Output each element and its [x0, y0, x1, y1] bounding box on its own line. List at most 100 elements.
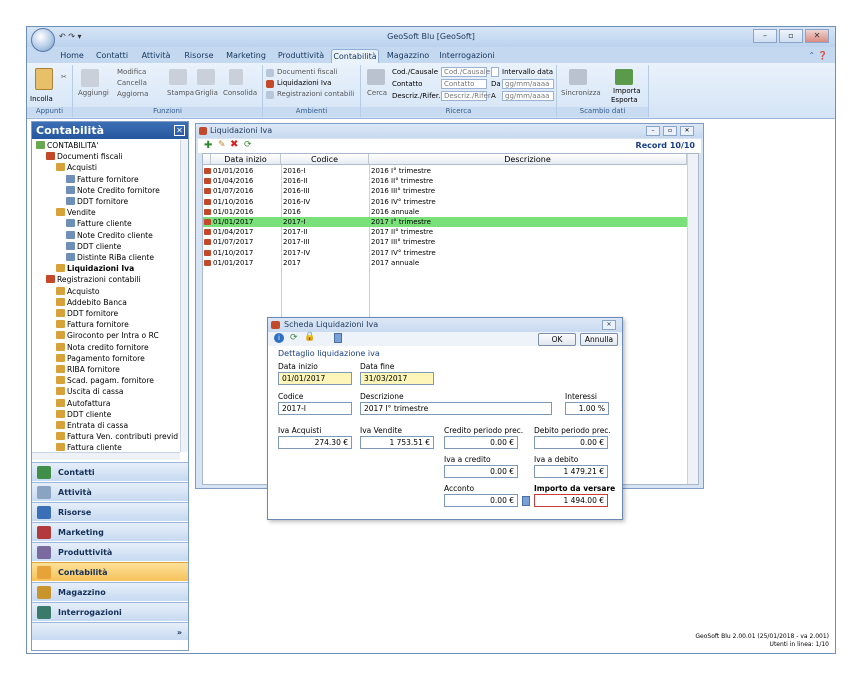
- import-icon[interactable]: [615, 69, 633, 85]
- date-range-checkbox[interactable]: [491, 67, 499, 77]
- tab-attivita[interactable]: Attività: [137, 49, 175, 63]
- tree-item[interactable]: Fattura cliente: [56, 442, 122, 452]
- tree-item[interactable]: RIBA fornitore: [56, 364, 120, 375]
- grid-button[interactable]: Griglia: [195, 89, 218, 97]
- grid-vertical-scrollbar[interactable]: [687, 154, 698, 484]
- list-close-button[interactable]: ✕: [680, 126, 694, 136]
- table-row[interactable]: 01/01/2016 2016-I 2016 I° trimestre: [203, 166, 687, 176]
- print-button[interactable]: Stampa: [167, 89, 194, 97]
- tree-item[interactable]: Giroconto per Intra o RC: [56, 330, 159, 341]
- tab-magazzino[interactable]: Magazzino: [385, 49, 431, 63]
- debito-prec-field[interactable]: 0.00 €: [534, 436, 608, 449]
- lock-icon[interactable]: 🔒: [304, 332, 315, 342]
- maximize-button[interactable]: ▫: [779, 29, 803, 43]
- tab-home[interactable]: Home: [57, 49, 87, 63]
- tree-horizontal-scrollbar[interactable]: [32, 452, 180, 460]
- tree-item[interactable]: Entrata di cassa: [56, 420, 128, 431]
- importo-field[interactable]: 1 494.00 €: [534, 494, 608, 507]
- table-row[interactable]: 01/01/2016 2016 2016 annuale: [203, 207, 687, 217]
- list-maximize-button[interactable]: ▫: [663, 126, 677, 136]
- edit-icon[interactable]: ✎: [218, 140, 226, 150]
- nav-button-6[interactable]: Magazzino: [32, 582, 188, 601]
- document-icon[interactable]: [334, 333, 342, 343]
- tab-contabilita[interactable]: Contabilità: [331, 49, 379, 63]
- sync-button[interactable]: Sincronizza: [561, 89, 601, 97]
- delete-icon[interactable]: ✖: [230, 139, 238, 150]
- import-button[interactable]: Importa: [613, 87, 641, 95]
- tab-produttivita[interactable]: Produttività: [275, 49, 327, 63]
- table-row[interactable]: 01/07/2017 2017-III 2017 III° trimestre: [203, 237, 687, 247]
- tree-item[interactable]: Fattura fornitore: [56, 319, 129, 330]
- contatto-input[interactable]: Contatto: [441, 79, 487, 89]
- modify-button[interactable]: Modifica: [117, 68, 146, 76]
- tree-item[interactable]: CONTABILITA': [36, 140, 98, 151]
- tree-item[interactable]: Uscita di cassa: [56, 386, 124, 397]
- tree-item[interactable]: Nota credito fornitore: [56, 342, 149, 353]
- tree-item[interactable]: Addebito Banca: [56, 297, 127, 308]
- consolidate-button[interactable]: Consolida: [223, 89, 257, 97]
- acconto-field[interactable]: 0.00 €: [444, 494, 518, 507]
- tree-item[interactable]: DDT cliente: [56, 409, 111, 420]
- table-row[interactable]: 01/10/2017 2017-IV 2017 IV° trimestre: [203, 248, 687, 258]
- tree-item[interactable]: Liquidazioni Iva: [56, 263, 134, 274]
- codice-field[interactable]: 2017-I: [278, 402, 352, 415]
- data-fine-field[interactable]: 31/03/2017: [360, 372, 434, 385]
- paste-icon[interactable]: [35, 68, 53, 90]
- nav-button-4[interactable]: Produttività: [32, 542, 188, 561]
- consolidate-icon[interactable]: [229, 69, 243, 85]
- tab-risorse[interactable]: Risorse: [181, 49, 217, 63]
- tree-item[interactable]: Note Credito fornitore: [66, 185, 160, 196]
- sync-icon[interactable]: [569, 69, 587, 85]
- date-to-input[interactable]: gg/mm/aaaa: [502, 91, 554, 101]
- tree-vertical-scrollbar[interactable]: [180, 140, 188, 452]
- nav-button-5[interactable]: Contabilità: [32, 562, 188, 581]
- minimize-button[interactable]: –: [753, 29, 777, 43]
- column-header-data-inizio[interactable]: Data inizio: [211, 154, 281, 165]
- nav-button-7[interactable]: Interrogazioni: [32, 602, 188, 621]
- add-icon[interactable]: ✚: [204, 140, 212, 151]
- refresh-icon[interactable]: ⟳: [244, 140, 252, 150]
- credito-prec-field[interactable]: 0.00 €: [444, 436, 518, 449]
- descrizione-field[interactable]: 2017 I° trimestre: [360, 402, 552, 415]
- tree-item[interactable]: Vendite: [56, 207, 96, 218]
- search-icon[interactable]: [367, 69, 385, 85]
- table-row[interactable]: 01/10/2016 2016-IV 2016 IV° trimestre: [203, 197, 687, 207]
- table-row[interactable]: 01/04/2017 2017-II 2017 II° trimestre: [203, 227, 687, 237]
- tree-item[interactable]: Acquisti: [56, 162, 97, 173]
- add-button[interactable]: Aggiungi: [78, 89, 109, 97]
- refresh-button[interactable]: Aggiorna: [117, 90, 148, 98]
- export-button[interactable]: Esporta: [611, 96, 638, 104]
- iva-credito-field[interactable]: 0.00 €: [444, 465, 518, 478]
- print-icon[interactable]: [169, 69, 187, 85]
- list-minimize-button[interactable]: –: [646, 126, 660, 136]
- tree-item[interactable]: DDT fornitore: [56, 308, 118, 319]
- cancel-button[interactable]: Annulla: [580, 333, 618, 346]
- nav-button-2[interactable]: Risorse: [32, 502, 188, 521]
- tree-item[interactable]: Note Credito cliente: [66, 230, 153, 241]
- cut-icon[interactable]: ✂: [61, 73, 67, 81]
- delete-button[interactable]: Cancella: [117, 79, 147, 87]
- nav-button-1[interactable]: Attività: [32, 482, 188, 501]
- tree-item[interactable]: DDT cliente: [66, 241, 121, 252]
- tab-interrogazioni[interactable]: Interrogazioni: [437, 49, 497, 63]
- paste-button[interactable]: Incolla: [30, 95, 53, 103]
- iva-vendite-field[interactable]: 1 753.51 €: [360, 436, 434, 449]
- tree-item[interactable]: Acquisto: [56, 286, 100, 297]
- table-row[interactable]: 01/01/2017 2017 2017 annuale: [203, 258, 687, 268]
- data-inizio-field[interactable]: 01/01/2017: [278, 372, 352, 385]
- calculator-icon[interactable]: [522, 496, 530, 506]
- column-header-descrizione[interactable]: Descrizione: [369, 154, 687, 165]
- tree-item[interactable]: Fattura Ven. contributi previd: [56, 431, 178, 442]
- tree-item[interactable]: Pagamento fornitore: [56, 353, 145, 364]
- tree-item[interactable]: Fatture cliente: [66, 218, 132, 229]
- tab-contatti[interactable]: Contatti: [93, 49, 131, 63]
- iva-acquisti-field[interactable]: 274.30 €: [278, 436, 352, 449]
- tab-marketing[interactable]: Marketing: [223, 49, 269, 63]
- nav-button-3[interactable]: Marketing: [32, 522, 188, 541]
- tree-item[interactable]: Fatture fornitore: [66, 174, 139, 185]
- table-row[interactable]: 01/04/2016 2016-II 2016 II° trimestre: [203, 176, 687, 186]
- env-documenti-fiscali[interactable]: Documenti fiscali: [277, 68, 338, 76]
- info-icon[interactable]: i: [274, 333, 284, 343]
- tree-item[interactable]: Scad. pagam. fornitore: [56, 375, 154, 386]
- env-liquidazioni-iva[interactable]: Liquidazioni Iva: [277, 79, 331, 87]
